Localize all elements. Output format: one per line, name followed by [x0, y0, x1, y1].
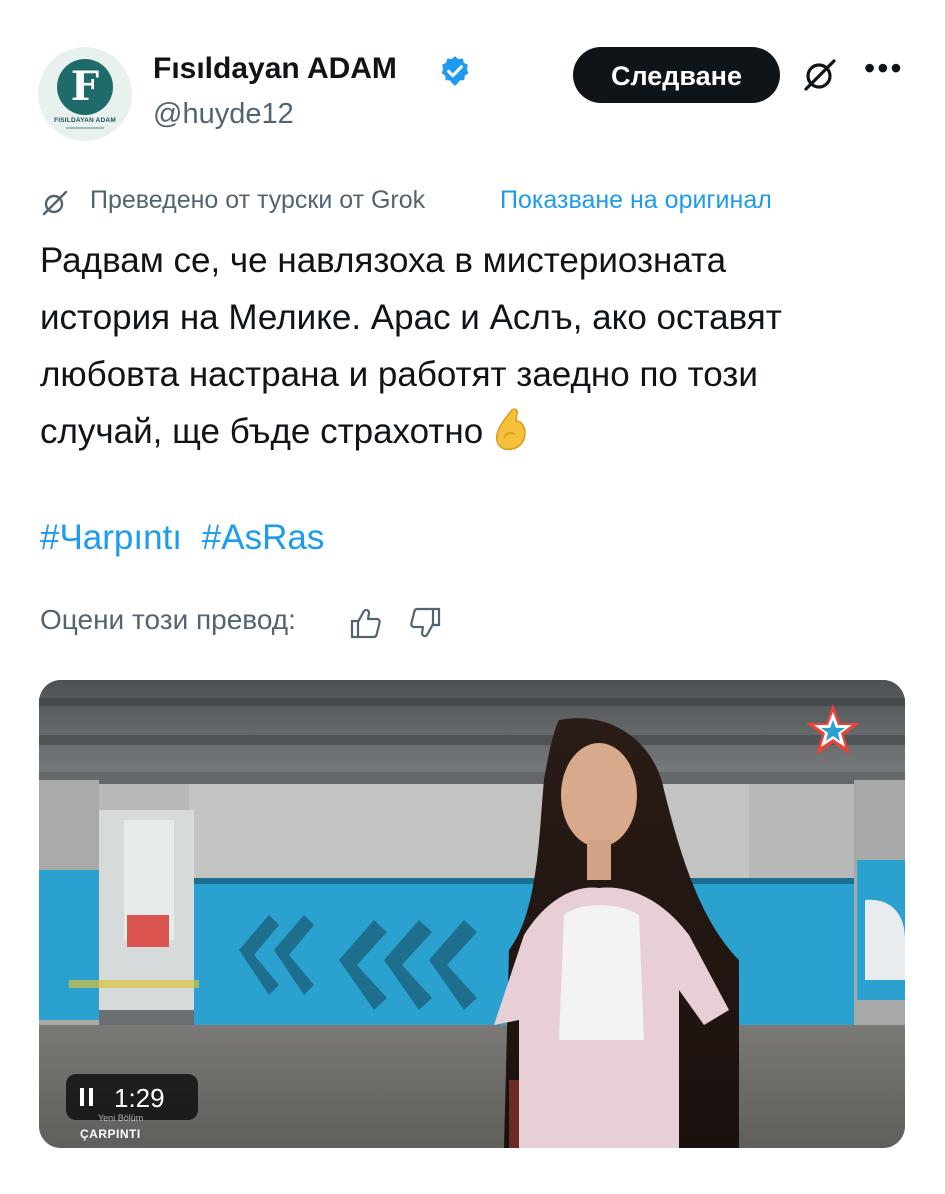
- grok-icon[interactable]: [800, 55, 840, 95]
- follow-button[interactable]: Следване: [573, 47, 780, 103]
- more-icon[interactable]: •••: [864, 52, 904, 84]
- video-watermark-small: Yeni Bölüm: [98, 1113, 144, 1123]
- tweet-text: Радвам се, че навлязоха в мистериозната …: [40, 232, 910, 460]
- tweet-line-last: случай, ще бъде страхотно: [40, 403, 910, 460]
- hashtag-link[interactable]: #Чarpıntı: [40, 518, 182, 557]
- video-watermark: ÇARPINTI: [80, 1127, 141, 1141]
- avatar[interactable]: F FISILDAYAN ADAM: [38, 47, 132, 141]
- tweet-line: случай, ще бъде страхотно: [40, 412, 484, 451]
- thumbs-down-icon[interactable]: [408, 605, 444, 641]
- tweet-line: история на Мелике. Арас и Аслъ, ако оста…: [40, 298, 782, 337]
- pause-icon[interactable]: [80, 1088, 94, 1106]
- translation-note: Преведено от турски от Grok: [90, 186, 426, 214]
- hashtag-link[interactable]: #AsRas: [202, 518, 325, 557]
- hashtags: #Чarpıntı #AsRas: [40, 518, 334, 558]
- pinched-fingers-emoji-icon: [496, 408, 526, 451]
- playback-time: 1:29: [114, 1083, 165, 1113]
- star-tv-logo-icon: [806, 704, 860, 755]
- account-handle[interactable]: @huyde12: [153, 98, 294, 131]
- show-original-link[interactable]: Показване на оригинал: [500, 186, 772, 215]
- avatar-logo-letter: F: [70, 63, 100, 110]
- tweet-line: любовта настрана и работят заедно по тоз…: [40, 355, 758, 394]
- avatar-caption: FISILDAYAN ADAM: [54, 117, 116, 124]
- tweet-line: Радвам се, че навлязоха в мистериозната: [40, 241, 727, 280]
- avatar-caption-underline: [66, 127, 104, 129]
- display-name[interactable]: Fısıldayan ADAM: [153, 52, 397, 86]
- grok-translate-icon: [42, 190, 68, 216]
- thumbs-up-icon[interactable]: [347, 605, 383, 641]
- rate-translation-label: Оцени този превод:: [40, 604, 296, 635]
- verified-badge-icon: [441, 56, 469, 86]
